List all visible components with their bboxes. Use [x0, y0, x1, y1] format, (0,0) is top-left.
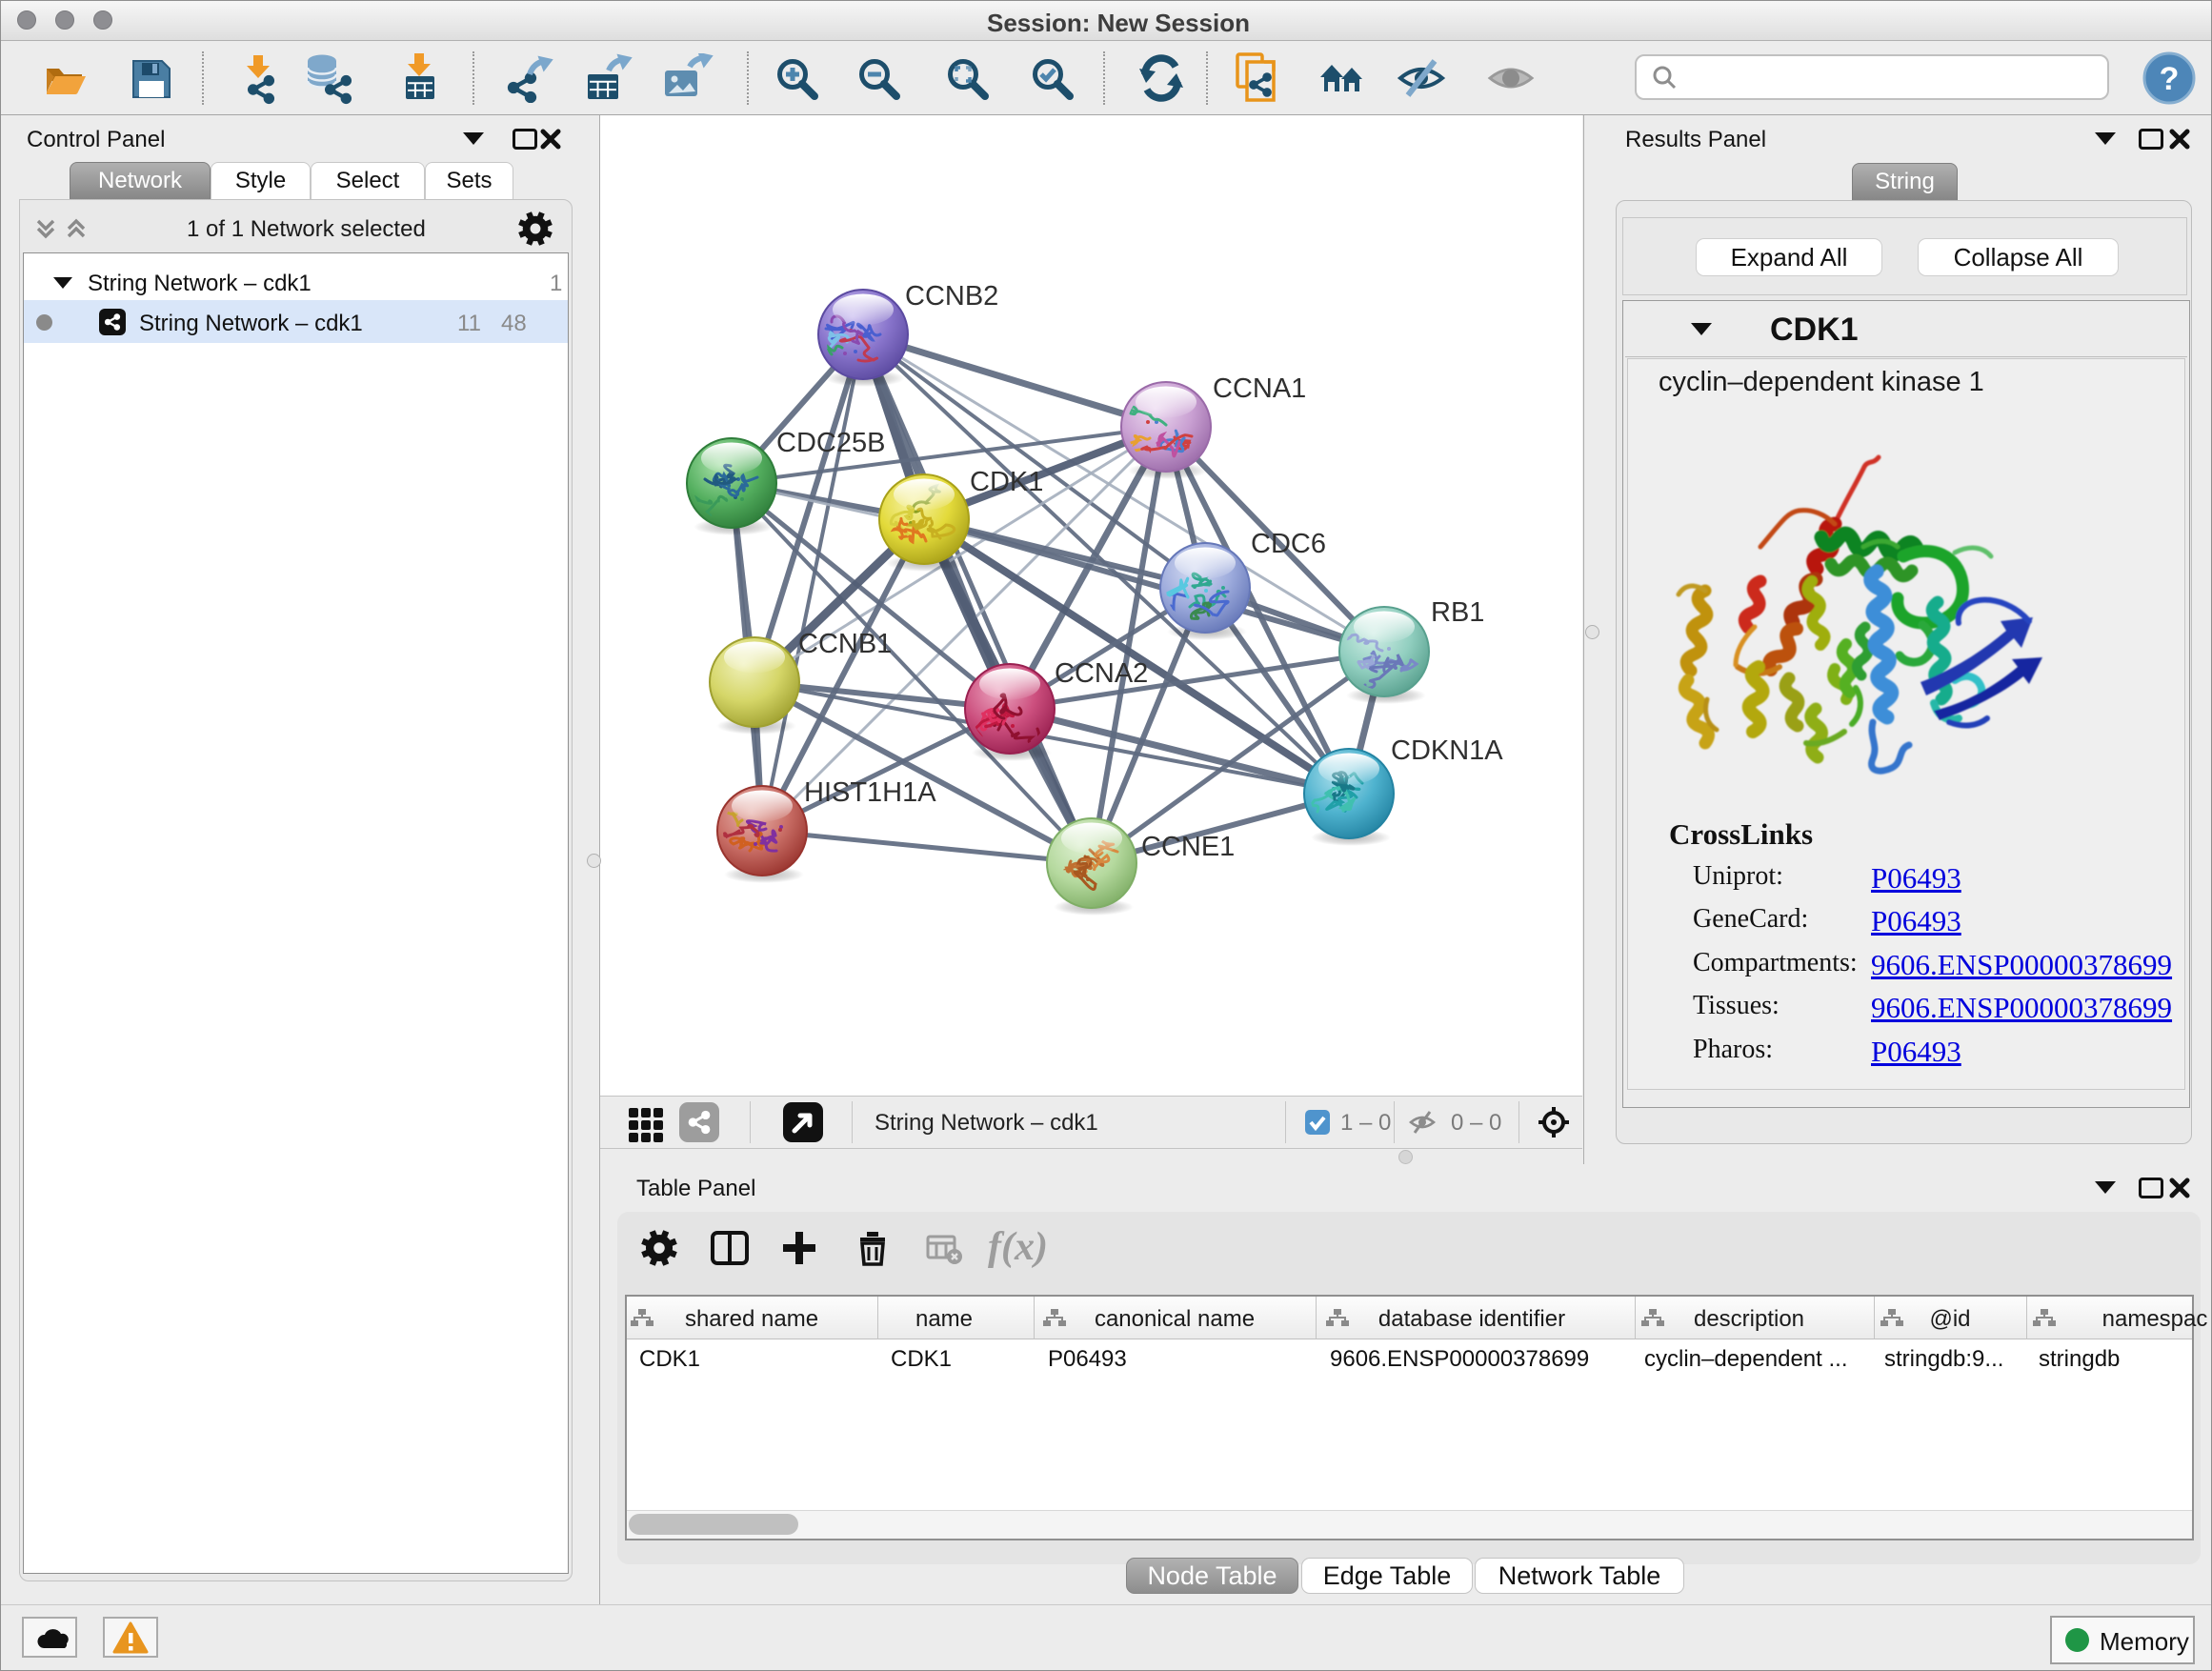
svg-text:CCNA2: CCNA2 — [1055, 658, 1148, 689]
svg-text:HIST1H1A: HIST1H1A — [804, 777, 936, 808]
svg-text:CDC25B: CDC25B — [776, 428, 885, 458]
svg-text:RB1: RB1 — [1431, 597, 1484, 628]
svg-text:CDKN1A: CDKN1A — [1391, 735, 1503, 766]
svg-text:CDK1: CDK1 — [970, 467, 1043, 497]
svg-text:?: ? — [2160, 61, 2180, 97]
svg-text:CDC6: CDC6 — [1251, 529, 1326, 559]
svg-text:CCNE1: CCNE1 — [1141, 832, 1235, 862]
svg-text:CCNB2: CCNB2 — [905, 281, 998, 312]
svg-text:CCNB1: CCNB1 — [798, 629, 892, 659]
svg-text:CCNA1: CCNA1 — [1213, 373, 1306, 404]
